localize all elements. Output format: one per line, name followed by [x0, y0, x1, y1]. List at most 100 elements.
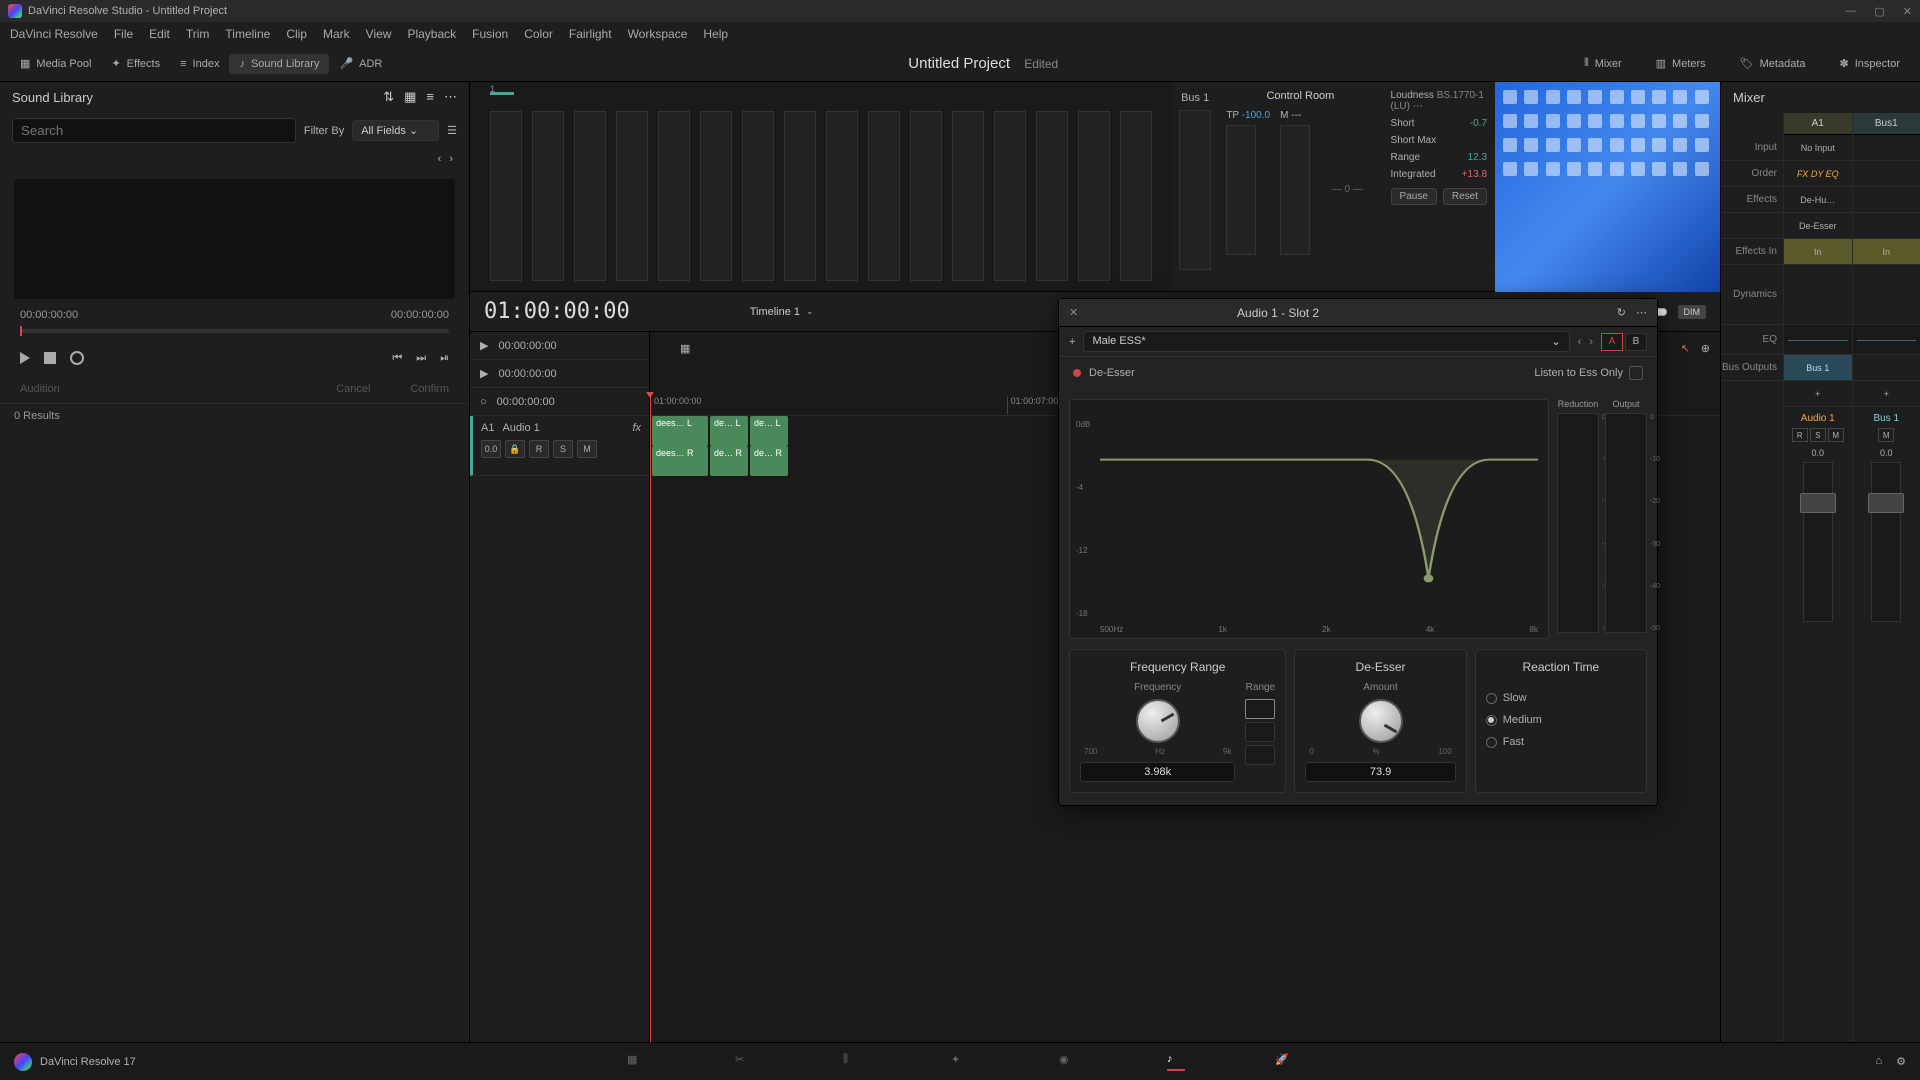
- range-wide[interactable]: [1245, 745, 1275, 765]
- input-cell[interactable]: No Input: [1784, 135, 1852, 161]
- effect-slot[interactable]: De-Esser: [1784, 213, 1852, 239]
- in-icon[interactable]: ▶: [480, 367, 488, 380]
- stop-button[interactable]: [44, 352, 56, 364]
- clock-icon[interactable]: ○: [480, 396, 487, 408]
- media-pool-button[interactable]: ▦Media Pool: [10, 53, 101, 74]
- audio-clip[interactable]: de… R: [750, 446, 788, 476]
- play-icon[interactable]: ▶: [480, 339, 488, 352]
- ab-a[interactable]: A: [1601, 333, 1623, 351]
- audio-clip[interactable]: de… L: [710, 416, 748, 446]
- menu-item[interactable]: Workspace: [628, 27, 688, 41]
- record-button[interactable]: R: [529, 440, 549, 458]
- strip-head[interactable]: Bus1: [1853, 113, 1920, 135]
- volume-value[interactable]: 0.0: [481, 440, 501, 458]
- play-button[interactable]: [20, 352, 30, 364]
- dynamics-cell[interactable]: [1784, 265, 1852, 325]
- minimize-icon[interactable]: —: [1845, 5, 1856, 18]
- pointer-icon[interactable]: ↖: [1681, 342, 1690, 355]
- chevron-down-icon[interactable]: ⌄: [806, 306, 814, 317]
- skip-end-icon[interactable]: ⏯: [440, 352, 449, 365]
- add-bus[interactable]: +: [1784, 381, 1852, 407]
- preset-select[interactable]: Male ESS* ⌄: [1083, 331, 1569, 352]
- maximize-icon[interactable]: ▢: [1874, 5, 1884, 18]
- frequency-knob[interactable]: [1136, 699, 1180, 743]
- amount-value[interactable]: 73.9: [1305, 762, 1455, 782]
- lock-icon[interactable]: 🔒: [505, 440, 525, 458]
- bus-output[interactable]: Bus 1: [1784, 355, 1852, 381]
- sort-icon[interactable]: ⇅: [383, 89, 394, 105]
- strip-head[interactable]: A1: [1784, 113, 1852, 135]
- mixer-button[interactable]: ⫴Mixer: [1574, 53, 1632, 74]
- menu-item[interactable]: Help: [703, 27, 728, 41]
- add-icon[interactable]: ⊕: [1701, 342, 1710, 355]
- index-button[interactable]: ≡Index: [170, 54, 229, 74]
- fader[interactable]: [1803, 462, 1833, 622]
- prev-preset[interactable]: ‹: [1578, 336, 1582, 348]
- menu-item[interactable]: Mark: [323, 27, 350, 41]
- loop-button[interactable]: [70, 351, 84, 365]
- amount-knob[interactable]: [1359, 699, 1403, 743]
- fx-badge[interactable]: fx: [632, 422, 641, 434]
- inspector-button[interactable]: ✽Inspector: [1830, 53, 1910, 74]
- skip-next-icon[interactable]: ⏭: [416, 352, 426, 365]
- audio-clip[interactable]: dees… R: [652, 446, 708, 476]
- close-icon[interactable]: ✕: [1069, 306, 1078, 319]
- filter-menu-icon[interactable]: ☰: [447, 124, 457, 137]
- reset-button[interactable]: Reset: [1443, 188, 1487, 205]
- adr-button[interactable]: 🎤ADR: [329, 53, 392, 74]
- reaction-fast[interactable]: Fast: [1486, 736, 1636, 748]
- more-icon[interactable]: ⋯: [1636, 306, 1647, 319]
- next-icon[interactable]: ›: [449, 153, 453, 165]
- meters-button[interactable]: ▥Meters: [1646, 53, 1716, 74]
- menu-item[interactable]: Clip: [286, 27, 307, 41]
- dim-button[interactable]: DIM: [1678, 305, 1707, 319]
- filter-select[interactable]: All Fields ⌄: [352, 120, 439, 141]
- playhead[interactable]: [650, 392, 651, 1042]
- effects-in[interactable]: In: [1853, 239, 1920, 265]
- audio-clip[interactable]: de… L: [750, 416, 788, 446]
- audio-clip[interactable]: dees… L: [652, 416, 708, 446]
- menu-item[interactable]: Color: [524, 27, 553, 41]
- range-mid[interactable]: [1245, 722, 1275, 742]
- add-preset-icon[interactable]: +: [1069, 336, 1075, 348]
- reaction-medium[interactable]: Medium: [1486, 714, 1636, 726]
- tool-icon[interactable]: ▦: [680, 342, 690, 355]
- effects-button[interactable]: ✦Effects: [101, 53, 170, 74]
- menu-item[interactable]: Timeline: [225, 27, 270, 41]
- fader[interactable]: [1871, 462, 1901, 622]
- range-narrow[interactable]: [1245, 699, 1275, 719]
- revert-icon[interactable]: ↻: [1617, 306, 1626, 319]
- metadata-button[interactable]: 🏷Metadata: [1730, 53, 1816, 74]
- more-icon[interactable]: ⋯: [1413, 101, 1423, 112]
- cancel-button[interactable]: Cancel: [336, 383, 370, 395]
- fairlight-page-icon[interactable]: ♪: [1167, 1053, 1185, 1071]
- fusion-page-icon[interactable]: ✦: [951, 1053, 969, 1071]
- confirm-button[interactable]: Confirm: [410, 383, 449, 395]
- frequency-value[interactable]: 3.98k: [1080, 762, 1235, 782]
- eq-cell[interactable]: [1784, 325, 1852, 355]
- effects-in[interactable]: In: [1784, 239, 1852, 265]
- list-icon[interactable]: ≡: [426, 89, 434, 105]
- menu-item[interactable]: Fairlight: [569, 27, 612, 41]
- next-preset[interactable]: ›: [1589, 336, 1593, 348]
- pause-button[interactable]: Pause: [1391, 188, 1437, 205]
- timeline-name[interactable]: Timeline 1: [750, 306, 800, 318]
- close-icon[interactable]: ✕: [1903, 5, 1912, 18]
- grid-icon[interactable]: ▦: [404, 89, 416, 105]
- reaction-slow[interactable]: Slow: [1486, 692, 1636, 704]
- mute-button[interactable]: M: [577, 440, 597, 458]
- audition-button[interactable]: Audition: [20, 383, 60, 395]
- more-icon[interactable]: ⋯: [444, 89, 457, 105]
- cut-page-icon[interactable]: ✂: [735, 1053, 753, 1071]
- eq-graph[interactable]: 0dB-4-12-18 500Hz1k2k4k8k: [1069, 399, 1549, 639]
- menu-item[interactable]: Edit: [149, 27, 170, 41]
- edit-page-icon[interactable]: ⫼: [843, 1053, 861, 1071]
- menu-item[interactable]: DaVinci Resolve: [10, 27, 98, 41]
- media-page-icon[interactable]: ▦: [627, 1053, 645, 1071]
- menu-item[interactable]: View: [366, 27, 392, 41]
- effect-slot[interactable]: De-Hu…: [1784, 187, 1852, 213]
- menu-item[interactable]: File: [114, 27, 133, 41]
- listen-checkbox[interactable]: [1629, 366, 1643, 380]
- skip-prev-icon[interactable]: ⏮: [392, 352, 402, 365]
- solo-button[interactable]: S: [553, 440, 573, 458]
